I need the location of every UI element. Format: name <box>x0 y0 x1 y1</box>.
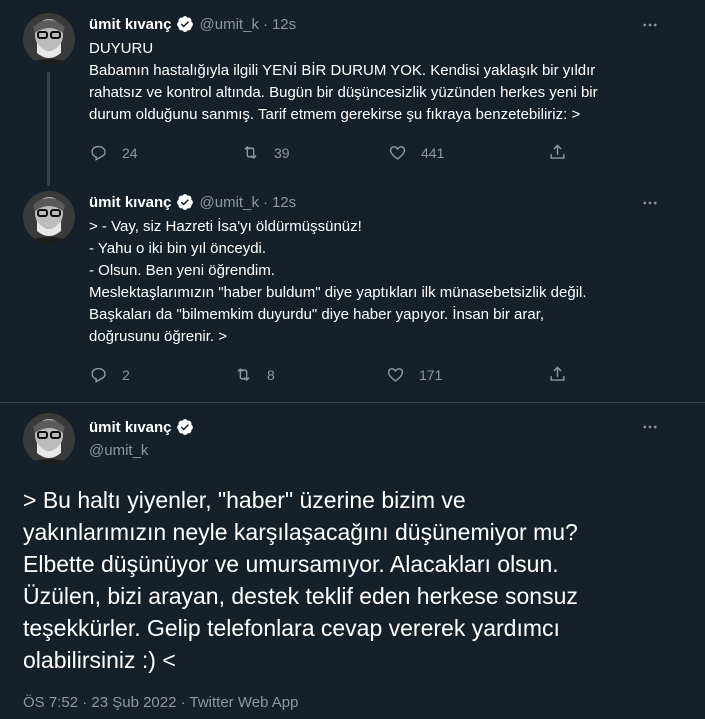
tweet-line: doğrusunu öğrenir. > <box>89 328 228 345</box>
separator: · <box>262 15 268 33</box>
like-button[interactable]: 171 <box>386 365 442 384</box>
tweet-thread: ümit kıvanç @umit_k · 12s DUYURU Babamın… <box>0 0 705 719</box>
tweet-header: ümit kıvanç <box>89 418 194 436</box>
tweet-line: DUYURU <box>89 40 154 57</box>
more-options-icon[interactable] <box>639 192 661 214</box>
avatar-image <box>23 13 75 65</box>
reply-icon <box>91 367 106 383</box>
tweet-line: - Yahu o iki bin yıl önceydi. <box>89 240 267 257</box>
retweet-icon <box>237 367 250 382</box>
more-options-icon[interactable] <box>639 14 661 36</box>
tweet-line: Elbette düşünüyor ve umursamıyor. Alacak… <box>23 551 559 577</box>
tweet-header: ümit kıvanç @umit_k · 12s <box>89 15 296 33</box>
timestamp[interactable]: 12s <box>272 194 296 211</box>
retweet-icon <box>244 145 257 160</box>
verified-badge-icon <box>176 418 194 436</box>
like-button[interactable]: 441 <box>388 143 444 162</box>
tweet-text: DUYURU Babamın hastalığıyla ilgili YENİ … <box>89 38 679 126</box>
tweet-line: yakınlarımızın neyle karşılaşacağını düş… <box>23 519 578 545</box>
timestamp[interactable]: 12s <box>272 16 296 33</box>
tweet-line: rahatsız ve kontrol altında. Bugün bir d… <box>89 84 598 101</box>
main-tweet-text: > Bu haltı yiyenler, "haber" üzerine biz… <box>23 484 683 676</box>
reply-button[interactable]: 24 <box>89 143 138 162</box>
tweet-line: Meslektaşlarımızın "haber buldum" diye y… <box>89 284 587 301</box>
share-icon <box>550 366 565 381</box>
tweet-1[interactable]: ümit kıvanç @umit_k · 12s DUYURU Babamın… <box>0 0 705 180</box>
retweet-count: 8 <box>267 366 275 383</box>
tweet-actions: 24 39 441 <box>89 143 589 167</box>
heart-icon <box>387 368 404 382</box>
reply-count: 2 <box>122 366 130 383</box>
tweet-line: teşekkürler. Gelip telefonlara cevap ver… <box>23 615 560 641</box>
main-tweet: ümit kıvanç @umit_k > Bu haltı yiyenler,… <box>0 403 705 719</box>
avatar-image <box>23 413 75 465</box>
tweet-line: > Bu haltı yiyenler, "haber" üzerine biz… <box>23 487 466 513</box>
author-name[interactable]: ümit kıvanç <box>89 194 172 211</box>
like-count: 441 <box>421 144 445 161</box>
tweet-meta[interactable]: ÖS 7:52 · 23 Şub 2022 · Twitter Web App <box>23 694 298 711</box>
author-name[interactable]: ümit kıvanç <box>89 16 172 33</box>
reply-button[interactable]: 2 <box>89 365 130 384</box>
tweet-text: > - Vay, siz Hazreti İsa'yı öldürmüşsünü… <box>89 216 679 348</box>
separator: · <box>262 193 268 211</box>
tweet-header: ümit kıvanç @umit_k · 12s <box>89 193 296 211</box>
tweet-actions: 2 8 171 <box>89 365 589 389</box>
share-button[interactable] <box>548 365 581 384</box>
share-button[interactable] <box>548 143 581 162</box>
verified-badge-icon <box>176 15 194 33</box>
author-handle[interactable]: @umit_k <box>200 194 259 211</box>
avatar-image <box>23 191 75 243</box>
verified-badge-icon <box>176 193 194 211</box>
author-handle[interactable]: @umit_k <box>89 442 148 459</box>
author-name[interactable]: ümit kıvanç <box>89 419 172 436</box>
reply-count: 24 <box>122 144 138 161</box>
retweet-button[interactable]: 39 <box>241 143 290 162</box>
author-handle[interactable]: @umit_k <box>200 16 259 33</box>
tweet-line: - Olsun. Ben yeni öğrendim. <box>89 262 275 279</box>
avatar[interactable] <box>23 13 75 65</box>
heart-icon <box>389 146 406 160</box>
avatar[interactable] <box>23 413 75 465</box>
tweet-line: Üzülen, bizi arayan, destek teklif eden … <box>23 583 578 609</box>
tweet-2[interactable]: ümit kıvanç @umit_k · 12s > - Vay, siz H… <box>0 186 705 402</box>
tweet-line: Başkaları da "bilmemkim duyurdu" diye ha… <box>89 306 545 323</box>
like-count: 171 <box>419 366 443 383</box>
tweet-line: > - Vay, siz Hazreti İsa'yı öldürmüşsünü… <box>89 218 362 235</box>
avatar[interactable] <box>23 191 75 243</box>
more-options-icon[interactable] <box>639 416 661 438</box>
tweet-line: olabilirsiniz :) < <box>23 647 176 673</box>
tweet-line: Babamın hastalığıyla ilgili YENİ BİR DUR… <box>89 62 596 79</box>
tweet-line: durum olduğunu sanmış. Tarif etmem gerek… <box>89 106 581 123</box>
retweet-button[interactable]: 8 <box>234 365 275 384</box>
retweet-count: 39 <box>274 144 290 161</box>
reply-icon <box>91 145 106 161</box>
share-icon <box>550 144 565 159</box>
